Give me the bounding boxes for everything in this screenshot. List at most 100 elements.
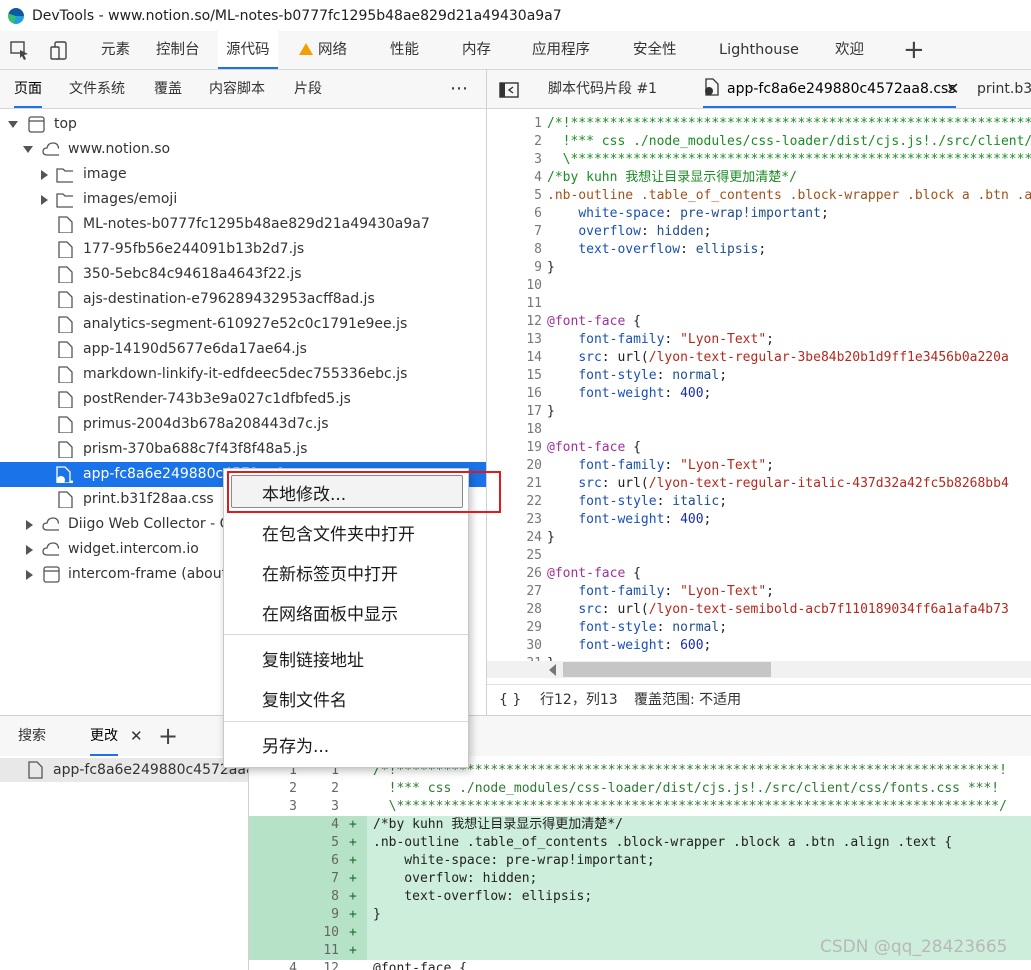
more-options-icon[interactable]: ⋯ [450,70,469,108]
tree-item-file[interactable]: primus-2004d3b678a208443d7c.js [0,412,486,437]
tree-item-file[interactable]: 350-5ebc84c94618a4643f22.js [0,262,486,287]
tab-console[interactable]: 控制台 [156,31,200,69]
add-drawer-tab-icon[interactable]: + [158,716,178,756]
tree-item-folder[interactable]: image [0,162,486,187]
tree-label: print.b31f28aa.css [83,491,214,507]
tree-item-top[interactable]: top [0,112,486,137]
diff-row-added: 5 + .nb-outline .table_of_contents .block-… [249,834,1031,852]
tree-item-file[interactable]: prism-370ba688c7f43f8f48a5.js [0,437,486,462]
menu-item-open-in-new-tab[interactable]: 在新标签页中打开 [262,560,398,585]
line-number: 1 [534,116,542,131]
nav-tab-content-scripts[interactable]: 内容脚本 [209,70,265,108]
scroll-left-icon[interactable] [549,664,556,676]
tree-item-folder[interactable]: images/emoji [0,187,486,212]
diff-old-line-number: 3 [289,799,297,814]
close-tab-icon[interactable]: ✕ [946,70,959,108]
diff-row-added: 7 + overflow: hidden; [249,870,1031,888]
tree-label: ajs-destination-e796289432953acff8ad.js [83,291,375,307]
tab-elements[interactable]: 元素 [101,31,130,69]
file-icon [58,216,73,233]
tree-item-file[interactable]: ML-notes-b0777fc1295b48ae829d21a49430a9a… [0,212,486,237]
tab-welcome[interactable]: 欢迎 [835,31,864,69]
diff-text: @font-face { [373,961,467,970]
inspect-element-icon[interactable] [10,41,30,61]
changed-file-item[interactable]: app-fc8a6e249880c4572aa8.css [0,758,248,782]
tab-performance[interactable]: 性能 [390,31,419,69]
line-number: 12 [526,314,542,329]
collapsed-arrow-icon[interactable] [26,570,33,580]
tree-item-file[interactable]: 177-95fb56e244091b13b2d7.js [0,237,486,262]
diff-row-added: 4 + /*by kuhn 我想让目录显示得更加清楚*/ [249,816,1031,834]
code-line: src: url(/lyon-text-regular-3be84b20b1d9… [578,350,1009,365]
tab-lighthouse[interactable]: Lighthouse [719,31,799,69]
close-drawer-tab-icon[interactable]: ✕ [130,716,143,756]
tab-network[interactable]: 网络 [299,31,347,69]
menu-item-open-in-folder[interactable]: 在包含文件夹中打开 [262,520,415,545]
tab-sources[interactable]: 源代码 [218,31,278,69]
frame-icon [43,566,60,583]
code-line: white-space: pre-wrap!important; [578,206,829,221]
line-number: 7 [534,224,542,239]
expanded-arrow-icon[interactable] [23,146,33,153]
file-icon [58,416,73,433]
tree-label: ML-notes-b0777fc1295b48ae829d21a49430a9a… [83,216,430,232]
code-editor[interactable]: 1 2 3 4 5 6 7 8 9 10 11 12 13 14 15 16 17 18 19 20 21 22 23 24 2… [487,109,1031,661]
file-icon [58,266,73,283]
diff-new-line-number: 8 [331,889,339,904]
tab-security[interactable]: 安全性 [633,31,677,69]
collapsed-arrow-icon[interactable] [41,195,48,205]
folder-icon [56,168,73,183]
line-number: 6 [534,206,542,221]
code-content[interactable]: /*!*************************************… [547,115,1031,661]
cursor-position: 行12，列13 [540,692,618,708]
nav-tab-overrides[interactable]: 覆盖 [154,70,182,108]
file-icon [58,316,73,333]
tree-item-file[interactable]: postRender-743b3e9a027c1dfbfed5.js [0,387,486,412]
diff-row: 3 3 \************************************… [249,798,1031,816]
scrollbar-thumb[interactable] [563,662,771,677]
tree-item-file[interactable]: app-14190d5677e6da17ae64.js [0,337,486,362]
editor-tab-css[interactable]: app-fc8a6e249880c4572aa8.css [703,70,956,108]
add-tab-icon[interactable]: + [903,31,925,69]
file-icon [58,391,73,408]
frame-icon [28,116,45,133]
tab-memory[interactable]: 内存 [462,31,491,69]
diff-new-line-number: 3 [331,799,339,814]
nav-tab-page[interactable]: 页面 [14,70,42,108]
tree-label: markdown-linkify-it-edfdeec5dec755336ebc… [83,366,408,382]
device-toolbar-icon[interactable] [50,40,72,62]
tree-item-file[interactable]: analytics-segment-610927e52c0c1791e9ee.j… [0,312,486,337]
collapsed-arrow-icon[interactable] [26,520,33,530]
tree-item-domain[interactable]: www.notion.so [0,137,486,162]
menu-item-copy-link[interactable]: 复制链接地址 [262,646,364,671]
menu-item-copy-filename[interactable]: 复制文件名 [262,686,347,711]
drawer-tab-search[interactable]: 搜索 [18,716,46,756]
menu-item-save-as[interactable]: 另存为... [262,732,329,757]
line-number: 14 [526,350,542,365]
tab-application[interactable]: 应用程序 [532,31,590,69]
editor-tab-print[interactable]: print.b3 [977,70,1031,108]
diff-sign: + [349,907,357,922]
toggle-navigator-icon[interactable] [499,82,519,98]
tree-item-file[interactable]: ajs-destination-e796289432953acff8ad.js [0,287,486,312]
line-number: 25 [526,548,542,563]
tree-label: top [54,116,77,132]
line-number: 3 [534,152,542,167]
pretty-print-icon[interactable]: { } [499,685,521,715]
diff-text: text-overflow: ellipsis; [373,889,593,904]
collapsed-arrow-icon[interactable] [26,545,33,555]
collapsed-arrow-icon[interactable] [41,170,48,180]
tree-item-file[interactable]: markdown-linkify-it-edfdeec5dec755336ebc… [0,362,486,387]
editor-tab-snippet[interactable]: 脚本代码片段 #1 [548,70,657,108]
diff-sign: + [349,871,357,886]
nav-tab-filesystem[interactable]: 文件系统 [69,70,125,108]
tree-label: app-14190d5677e6da17ae64.js [83,341,307,357]
context-menu: 本地修改... 在包含文件夹中打开 在新标签页中打开 在网络面板中显示 复制链接… [223,468,469,768]
expanded-arrow-icon[interactable] [8,121,18,128]
diff-old-line-number: 2 [289,781,297,796]
code-line: font-style: normal; [578,620,728,635]
nav-tab-snippets[interactable]: 片段 [294,70,322,108]
menu-item-reveal-in-network[interactable]: 在网络面板中显示 [262,600,398,625]
drawer-tab-changes[interactable]: 更改 [90,716,118,756]
